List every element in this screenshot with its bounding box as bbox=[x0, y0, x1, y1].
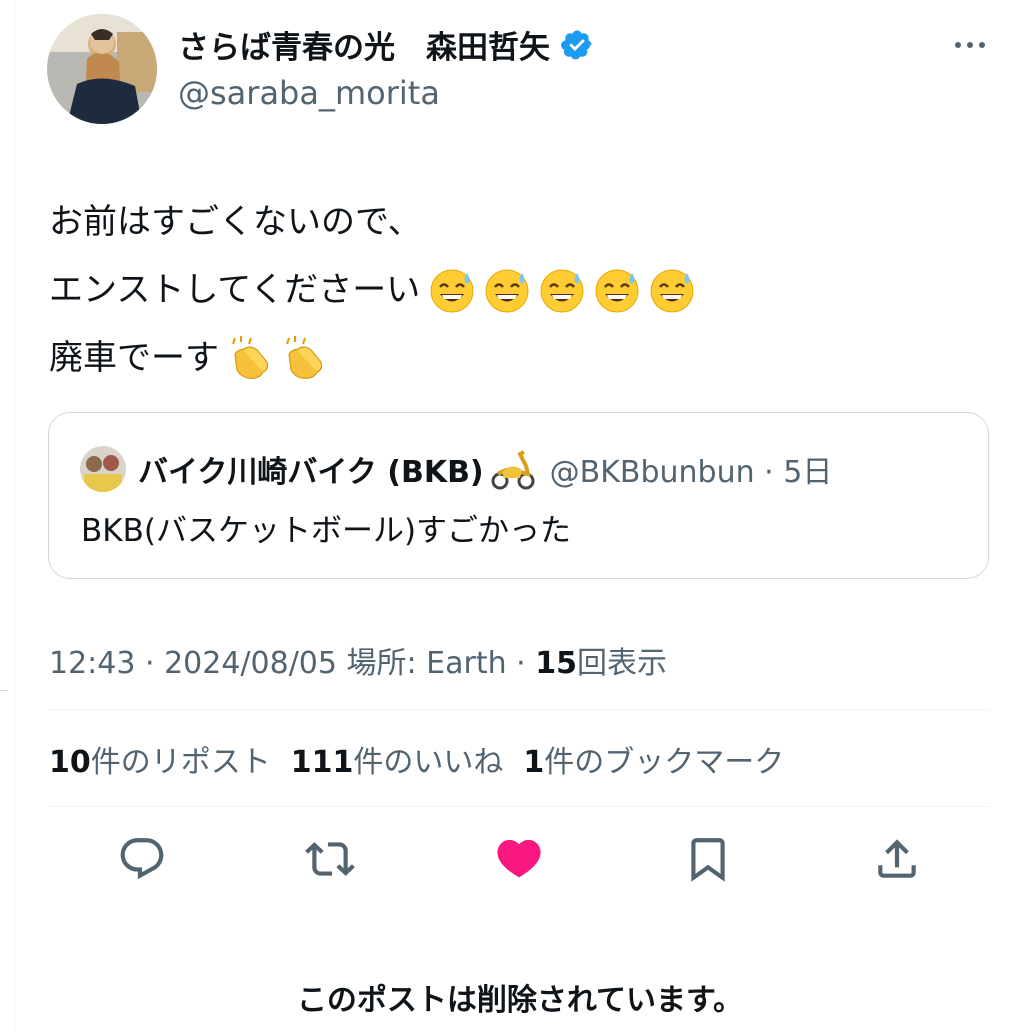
divider bbox=[49, 806, 990, 807]
tweet-text: お前はすごくないので、 エンストしてくださーい 廃車でーす bbox=[49, 188, 695, 392]
like-icon[interactable] bbox=[494, 834, 544, 884]
share-icon[interactable] bbox=[872, 834, 922, 884]
tweet-line-1: お前はすごくないので、 bbox=[49, 202, 422, 242]
quoted-post-card[interactable] bbox=[48, 412, 989, 579]
grinning-sweat-emoji-icon bbox=[594, 267, 640, 313]
grinning-sweat-emoji-icon bbox=[429, 267, 475, 313]
quoted-author-handle-time[interactable]: @BKBbunbun · 5日 bbox=[550, 447, 833, 491]
motor-scooter-emoji-icon bbox=[490, 448, 536, 490]
quoted-author-avatar[interactable] bbox=[80, 446, 126, 492]
clapping-hands-emoji-icon bbox=[225, 334, 273, 382]
verified-badge-icon bbox=[560, 28, 594, 62]
tweet-line-3: 廃車でーす bbox=[49, 338, 219, 378]
author-display-name[interactable]: さらば青春の光 森田哲矢 bbox=[178, 22, 550, 67]
divider bbox=[49, 709, 990, 710]
bookmark-icon[interactable] bbox=[683, 834, 733, 884]
reposts-count[interactable]: 10 bbox=[49, 745, 91, 780]
clapping-hands-emoji-icon bbox=[279, 334, 327, 382]
repost-icon[interactable] bbox=[305, 834, 355, 884]
author-avatar[interactable] bbox=[47, 14, 157, 124]
views-count: 15 bbox=[535, 646, 577, 681]
divider bbox=[0, 690, 8, 691]
bookmarks-count[interactable]: 1 bbox=[523, 745, 544, 780]
timestamp-location[interactable]: 12:43 · 2024/08/05 場所: Earth · bbox=[49, 646, 535, 681]
bookmarks-label[interactable]: 件のブックマーク bbox=[544, 745, 784, 780]
likes-count[interactable]: 111 bbox=[291, 745, 354, 780]
grinning-sweat-emoji-icon bbox=[649, 267, 695, 313]
reposts-label[interactable]: 件のリポスト bbox=[91, 745, 271, 780]
quoted-author-name[interactable]: バイク川崎バイク (BKB) bbox=[138, 447, 484, 491]
post-metadata: 12:43 · 2024/08/05 場所: Earth · 15回表示 bbox=[49, 638, 667, 682]
engagement-stats: 10件のリポスト 111件のいいね 1件のブックマーク bbox=[49, 737, 784, 781]
left-panel-border bbox=[0, 0, 15, 1032]
reply-icon[interactable] bbox=[117, 834, 167, 884]
grinning-sweat-emoji-icon bbox=[539, 267, 585, 313]
deleted-post-notice: このポストは削除されています。 bbox=[296, 983, 744, 1018]
tweet-line-2: エンストしてくださーい bbox=[49, 270, 421, 310]
grinning-sweat-emoji-icon bbox=[484, 267, 530, 313]
more-options-icon[interactable] bbox=[950, 30, 990, 60]
views-label: 回表示 bbox=[576, 646, 667, 681]
quoted-post-text: BKB(バスケットボール)すごかった bbox=[81, 513, 572, 549]
author-handle[interactable]: @saraba_morita bbox=[178, 74, 440, 112]
likes-label[interactable]: 件のいいね bbox=[353, 745, 503, 780]
